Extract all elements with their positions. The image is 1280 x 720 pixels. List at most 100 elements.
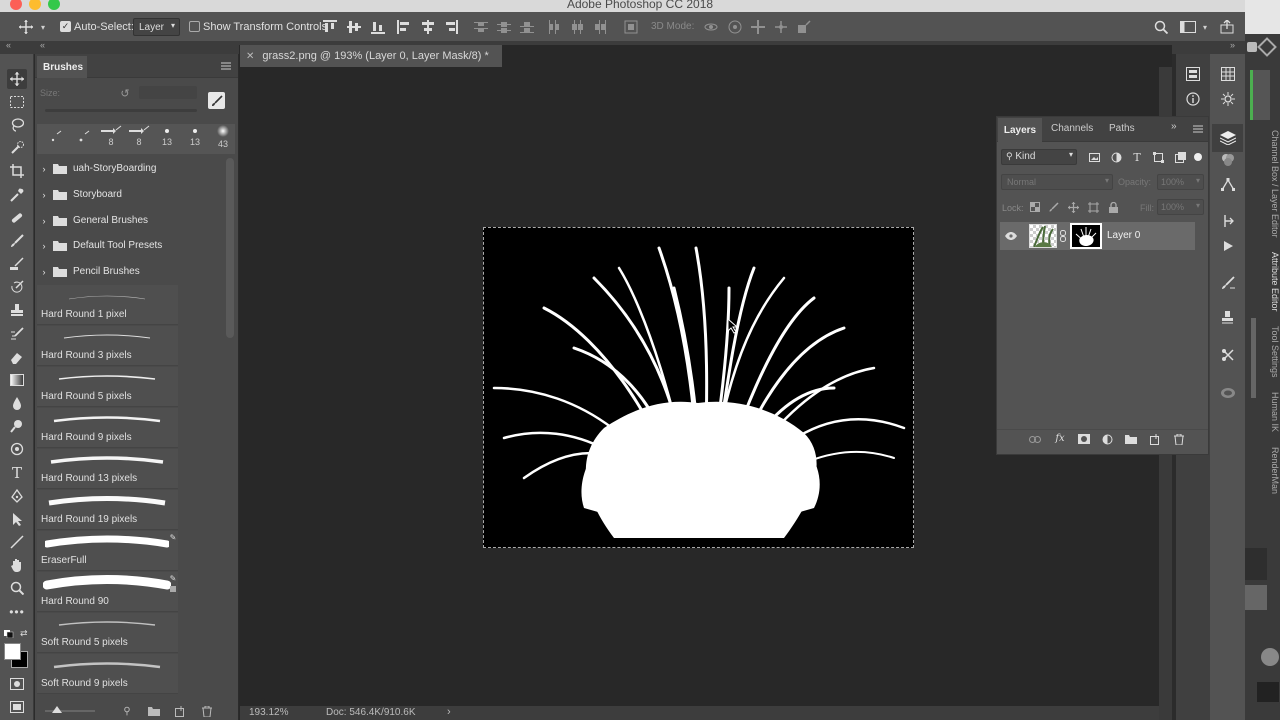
align-bottom-icon[interactable] [370,19,386,35]
align-top-icon[interactable] [322,19,338,35]
delete-layer-trash-icon[interactable] [1172,432,1186,446]
dodge-tool-icon[interactable] [7,416,27,436]
swap-colors-icon[interactable]: ⇄ [20,628,28,639]
more-tools-icon[interactable]: ••• [7,602,27,622]
default-colors-icon[interactable] [4,630,14,638]
preset-brush-dot-1[interactable] [43,128,65,150]
tab-layers[interactable]: Layers [998,118,1042,142]
filter-shape-icon[interactable] [1151,150,1165,164]
collapse-arrows-icon[interactable]: « [6,40,11,50]
move-tool-icon[interactable] [7,69,27,89]
brush-settings-icon[interactable]: ⚲ [120,704,134,718]
distribute-right-icon[interactable] [592,19,608,35]
human-ik-label[interactable]: Human IK [1270,392,1280,432]
preset-brush-1[interactable]: 8 [99,124,123,152]
brush-folder[interactable]: › Pencil Brushes [37,259,225,284]
zoom-tool-icon[interactable] [7,578,27,598]
trash-icon[interactable] [200,704,214,718]
lock-artboard-icon[interactable] [1086,200,1100,214]
external-round-icon[interactable] [1261,648,1279,666]
brush-item[interactable]: Hard Round 90 [37,572,178,612]
preset-brush-4[interactable]: 13 [183,124,207,152]
collapse-panel-icon[interactable]: » [1171,121,1177,132]
eyedropper-tool-icon[interactable] [7,185,27,205]
brush-item[interactable]: Soft Round 9 pixels [37,654,178,694]
brush-item[interactable]: EraserFull [37,531,178,571]
tab-channels[interactable]: Channels [1051,123,1093,134]
quick-mask-icon[interactable] [7,674,27,694]
lock-all-icon[interactable] [1106,200,1120,214]
libraries-icon[interactable] [1218,384,1238,402]
new-adjustment-layer-icon[interactable] [1100,432,1114,446]
chevron-down-icon[interactable]: ▾ [1200,21,1210,33]
external-dark-icon[interactable] [1257,682,1279,702]
align-horizontal-center-icon[interactable] [420,19,436,35]
external-panel-tab[interactable] [1250,70,1270,120]
filter-toggle-icon[interactable] [1194,153,1202,161]
brush-tool-icon[interactable] [7,231,27,251]
layers-panel-button[interactable] [1212,124,1243,152]
align-right-icon[interactable] [443,19,459,35]
brush-item[interactable]: Soft Round 5 pixels [37,613,178,653]
layer-style-fx-icon[interactable]: fx [1052,431,1068,445]
tab-paths[interactable]: Paths [1109,123,1135,134]
status-menu-arrow-icon[interactable]: › [447,706,451,718]
reset-icon[interactable]: ↺ [118,86,132,100]
lock-position-icon[interactable] [1066,200,1080,214]
distribute-horizontal-center-icon[interactable] [569,19,585,35]
renderman-label[interactable]: RenderMan [1270,447,1280,494]
share-icon[interactable] [1218,18,1236,36]
quick-selection-tool-icon[interactable] [7,138,27,158]
distribute-vertical-center-icon[interactable] [496,19,512,35]
actions-play-icon[interactable] [1218,237,1238,255]
link-layers-icon[interactable] [1028,432,1042,446]
blur-tool-icon[interactable] [7,393,27,413]
search-icon[interactable] [1152,18,1170,36]
brush-item[interactable]: Hard Round 19 pixels [37,490,178,530]
eraser-tool-icon[interactable] [7,347,27,367]
workspace-icon[interactable] [1178,18,1198,36]
marquee-tool-icon[interactable] [7,92,27,112]
new-group-icon[interactable] [147,704,161,718]
auto-align-icon[interactable] [623,19,639,35]
move-tool-icon[interactable] [14,18,38,36]
align-vertical-center-icon[interactable] [346,19,362,35]
image-canvas[interactable] [483,227,914,548]
brush-folder[interactable]: › General Brushes [37,208,225,233]
eye-visibility-icon[interactable] [1004,229,1018,243]
filter-pixel-icon[interactable] [1087,150,1101,164]
crop-tool-icon[interactable] [7,161,27,181]
clone-stamp-tool-icon[interactable] [7,254,27,274]
tool-settings-label[interactable]: Tool Settings [1270,326,1280,378]
panel-menu-icon[interactable] [1192,124,1204,134]
filter-adjustment-icon[interactable] [1109,150,1123,164]
new-brush-button-icon[interactable] [173,704,187,718]
lasso-tool-icon[interactable] [7,115,27,135]
layer-name[interactable]: Layer 0 [1107,230,1140,241]
healing-brush-tool-icon[interactable] [7,208,27,228]
distribute-left-icon[interactable] [546,19,562,35]
path-selection-tool-icon[interactable] [7,509,27,529]
collapse-arrows-icon[interactable]: « [40,40,45,50]
preset-brush-3[interactable]: 13 [155,124,179,152]
align-left-icon[interactable] [396,19,412,35]
brush-item[interactable]: Hard Round 9 pixels [37,408,178,448]
attribute-editor-label[interactable]: Attribute Editor [1270,252,1280,312]
type-tool-icon[interactable]: T [7,463,27,483]
hand-tool-icon[interactable] [7,555,27,575]
history-icon[interactable] [1218,212,1238,230]
brush-folder[interactable]: › uah-StoryBoarding [37,156,225,181]
auto-select-dropdown[interactable]: Layer ▾ [133,18,180,36]
scale-3d-icon[interactable] [796,19,812,35]
layer-row[interactable]: Layer 0 [1000,222,1195,250]
lock-image-pixels-icon[interactable] [1047,200,1061,214]
preset-brush-2[interactable]: 8 [127,124,151,152]
panel-menu-icon[interactable] [219,60,233,72]
history-brush-tool-icon[interactable] [7,277,27,297]
brush-item[interactable]: Hard Round 1 pixel [37,285,178,325]
new-layer-icon[interactable] [1148,432,1162,446]
brush-item[interactable]: Hard Round 3 pixels [37,326,178,366]
screen-mode-icon[interactable] [7,697,27,717]
opacity-field[interactable]: 100% ▾ [1157,174,1204,190]
close-tab-icon[interactable]: ✕ [246,51,254,62]
